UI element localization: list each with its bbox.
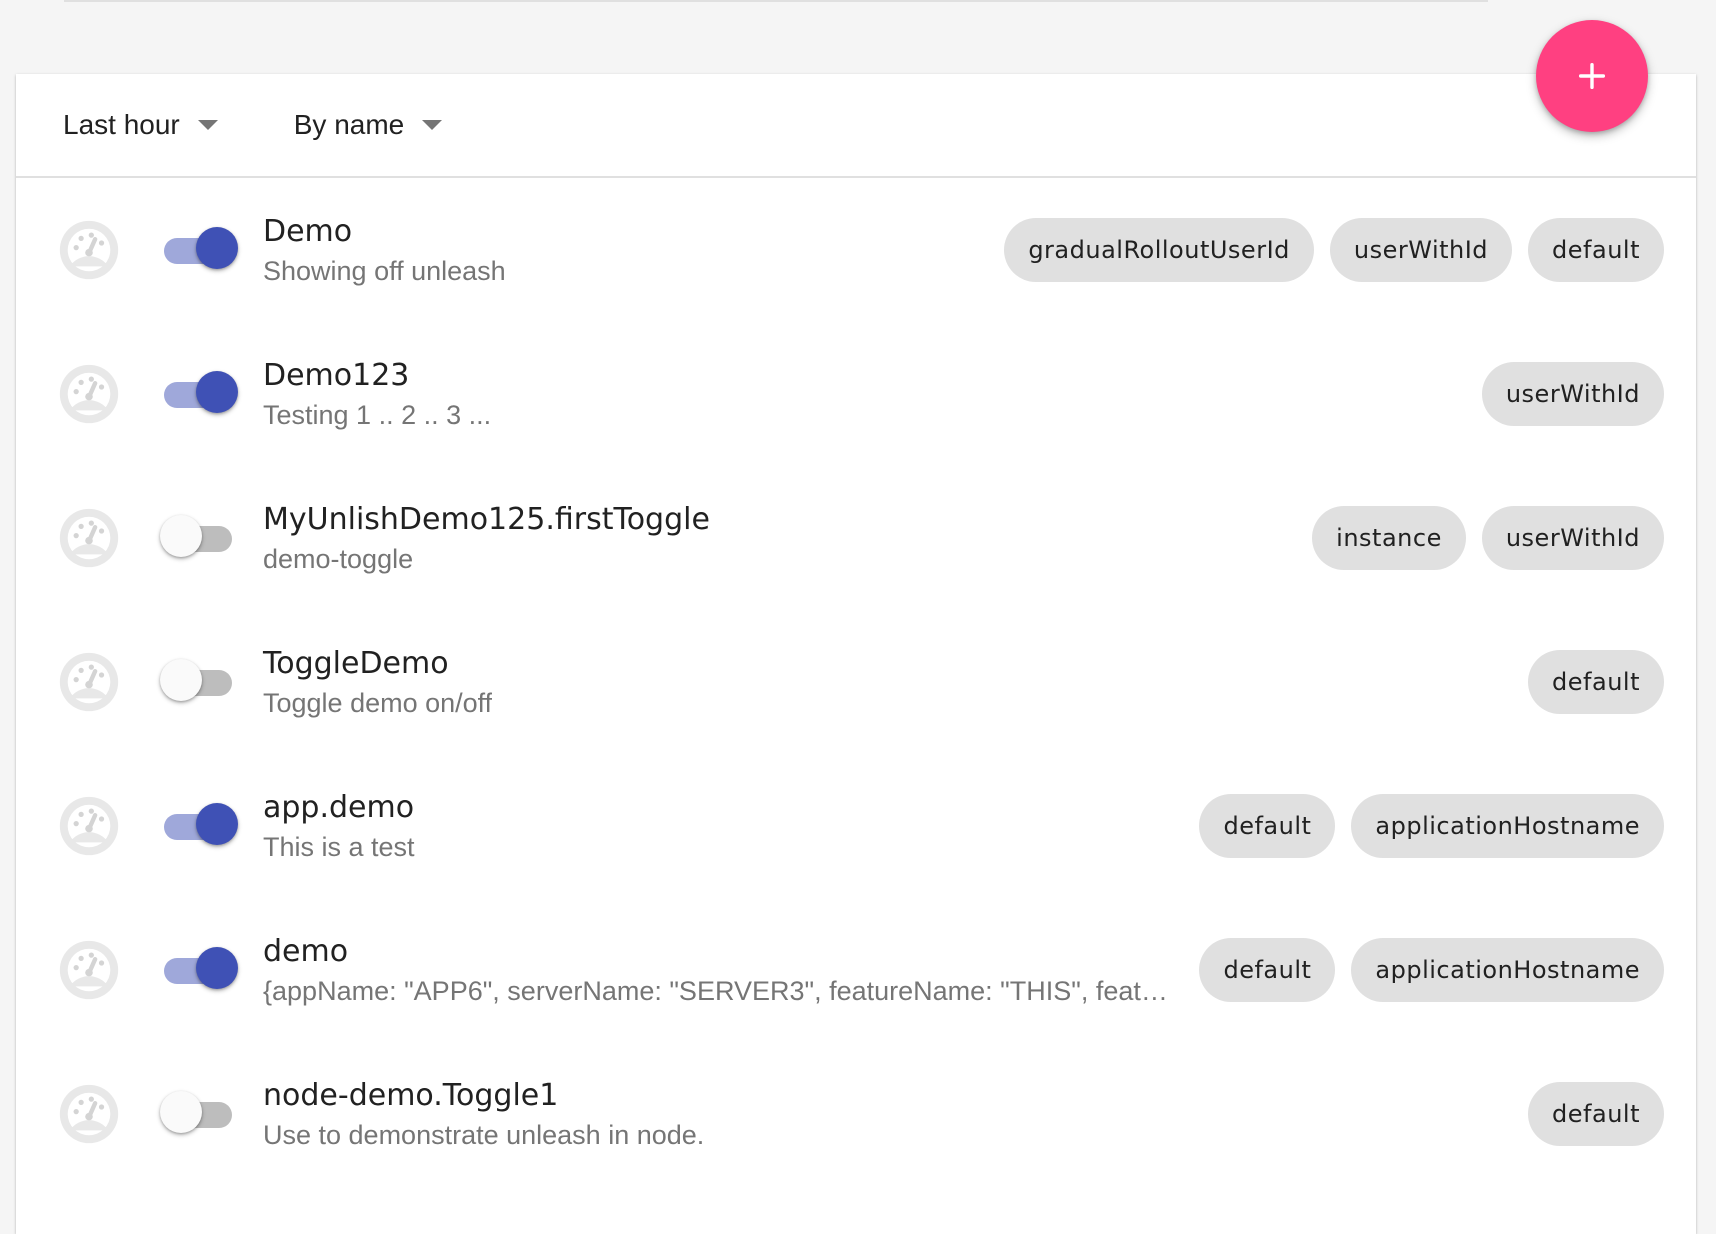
feature-name[interactable]: Demo123	[263, 358, 491, 394]
metrics-gauge-icon	[59, 508, 119, 568]
strategy-chip[interactable]: userWithId	[1329, 218, 1513, 282]
feature-row: MyUnlishDemo125.firstToggle demo-toggle …	[16, 466, 1696, 610]
feature-toggle-switch[interactable]	[160, 947, 238, 993]
feature-name[interactable]: node-demo.Toggle1	[263, 1078, 704, 1114]
feature-row: Demo123 Testing 1 .. 2 .. 3 ... userWith…	[16, 322, 1696, 466]
caret-down-icon	[422, 120, 443, 130]
feature-toggle-switch[interactable]	[160, 1091, 236, 1137]
filter-toolbar: Last hour By name	[16, 74, 1696, 178]
top-divider	[64, 0, 1488, 2]
strategy-chips: instance userWithId	[1312, 506, 1664, 570]
sort-menu[interactable]: By name	[294, 109, 443, 141]
metrics-gauge-icon	[59, 364, 119, 424]
switch-thumb	[196, 803, 238, 845]
switch-thumb	[160, 515, 202, 557]
strategy-chip[interactable]: default	[1528, 1082, 1664, 1146]
metrics-gauge-icon	[59, 940, 119, 1000]
feature-text: demo {appName: "APP6", serverName: "SERV…	[263, 934, 1175, 1009]
metrics-gauge-icon	[59, 1084, 119, 1144]
strategy-chip[interactable]: userWithId	[1481, 506, 1664, 570]
feature-text: ToggleDemo Toggle demo on/off	[263, 646, 492, 721]
switch-thumb	[160, 1091, 202, 1133]
sort-label: By name	[293, 109, 405, 140]
feature-toggle-switch[interactable]	[160, 515, 236, 561]
switch-thumb	[196, 227, 238, 269]
feature-description: Testing 1 .. 2 .. 3 ...	[263, 400, 492, 430]
strategy-chips: default	[1528, 1082, 1664, 1146]
feature-name[interactable]: app.demo	[263, 790, 415, 826]
strategy-chip[interactable]: default	[1199, 794, 1336, 858]
plus-icon	[1578, 62, 1606, 90]
strategy-chip[interactable]: gradualRolloutUserId	[1004, 218, 1314, 282]
strategy-chip[interactable]: default	[1199, 938, 1336, 1002]
feature-toggle-switch[interactable]	[160, 803, 238, 849]
caret-down-icon	[197, 120, 218, 130]
add-feature-button[interactable]	[1536, 20, 1648, 132]
feature-description: {appName: "APP6", serverName: "SERVER3",…	[263, 976, 1175, 1006]
strategy-chip[interactable]: instance	[1312, 506, 1466, 570]
metrics-gauge-icon	[59, 796, 119, 856]
strategy-chip[interactable]: applicationHostname	[1351, 938, 1664, 1002]
time-filter-menu[interactable]: Last hour	[63, 109, 218, 141]
strategy-chips: default	[1528, 650, 1664, 714]
feature-text: app.demo This is a test	[263, 790, 415, 865]
feature-row: Demo Showing off unleash gradualRolloutU…	[16, 178, 1696, 322]
metrics-gauge-icon	[59, 652, 119, 712]
strategy-chips: userWithId	[1481, 362, 1664, 426]
strategy-chip[interactable]: userWithId	[1481, 362, 1664, 426]
feature-text: Demo123 Testing 1 .. 2 .. 3 ...	[263, 358, 491, 433]
feature-description: Use to demonstrate unleash in node.	[263, 1120, 705, 1150]
metrics-gauge-icon	[59, 220, 119, 280]
feature-description: This is a test	[263, 832, 415, 862]
feature-description: Showing off unleash	[263, 256, 506, 286]
feature-row: ToggleDemo Toggle demo on/off default	[16, 610, 1696, 754]
feature-row: node-demo.Toggle1 Use to demonstrate unl…	[16, 1042, 1696, 1186]
switch-thumb	[196, 371, 238, 413]
feature-name[interactable]: MyUnlishDemo125.firstToggle	[263, 502, 710, 538]
strategy-chip[interactable]: default	[1528, 218, 1664, 282]
strategy-chip[interactable]: default	[1528, 650, 1664, 714]
strategy-chips: default applicationHostname	[1199, 938, 1664, 1002]
feature-description: demo-toggle	[263, 544, 414, 574]
strategy-chips: default applicationHostname	[1199, 794, 1664, 858]
feature-name[interactable]: demo	[263, 934, 1175, 970]
feature-text: Demo Showing off unleash	[263, 214, 506, 289]
strategy-chip[interactable]: applicationHostname	[1351, 794, 1664, 858]
feature-list: Demo Showing off unleash gradualRolloutU…	[16, 178, 1696, 1186]
switch-thumb	[160, 659, 202, 701]
feature-name[interactable]: Demo	[263, 214, 506, 250]
feature-description: Toggle demo on/off	[263, 688, 493, 718]
feature-name[interactable]: ToggleDemo	[263, 646, 492, 682]
feature-row: demo {appName: "APP6", serverName: "SERV…	[16, 898, 1696, 1042]
features-card: Last hour By name Demo Showing off unlea…	[16, 74, 1696, 1234]
feature-text: MyUnlishDemo125.firstToggle demo-toggle	[263, 502, 710, 577]
feature-row: app.demo This is a test default applicati…	[16, 754, 1696, 898]
feature-toggle-switch[interactable]	[160, 227, 238, 273]
switch-thumb	[196, 947, 238, 989]
feature-text: node-demo.Toggle1 Use to demonstrate unl…	[263, 1078, 704, 1153]
strategy-chips: gradualRolloutUserId userWithId default	[1004, 218, 1664, 282]
feature-toggle-switch[interactable]	[160, 659, 236, 705]
time-filter-label: Last hour	[63, 109, 180, 140]
feature-toggle-switch[interactable]	[160, 371, 238, 417]
